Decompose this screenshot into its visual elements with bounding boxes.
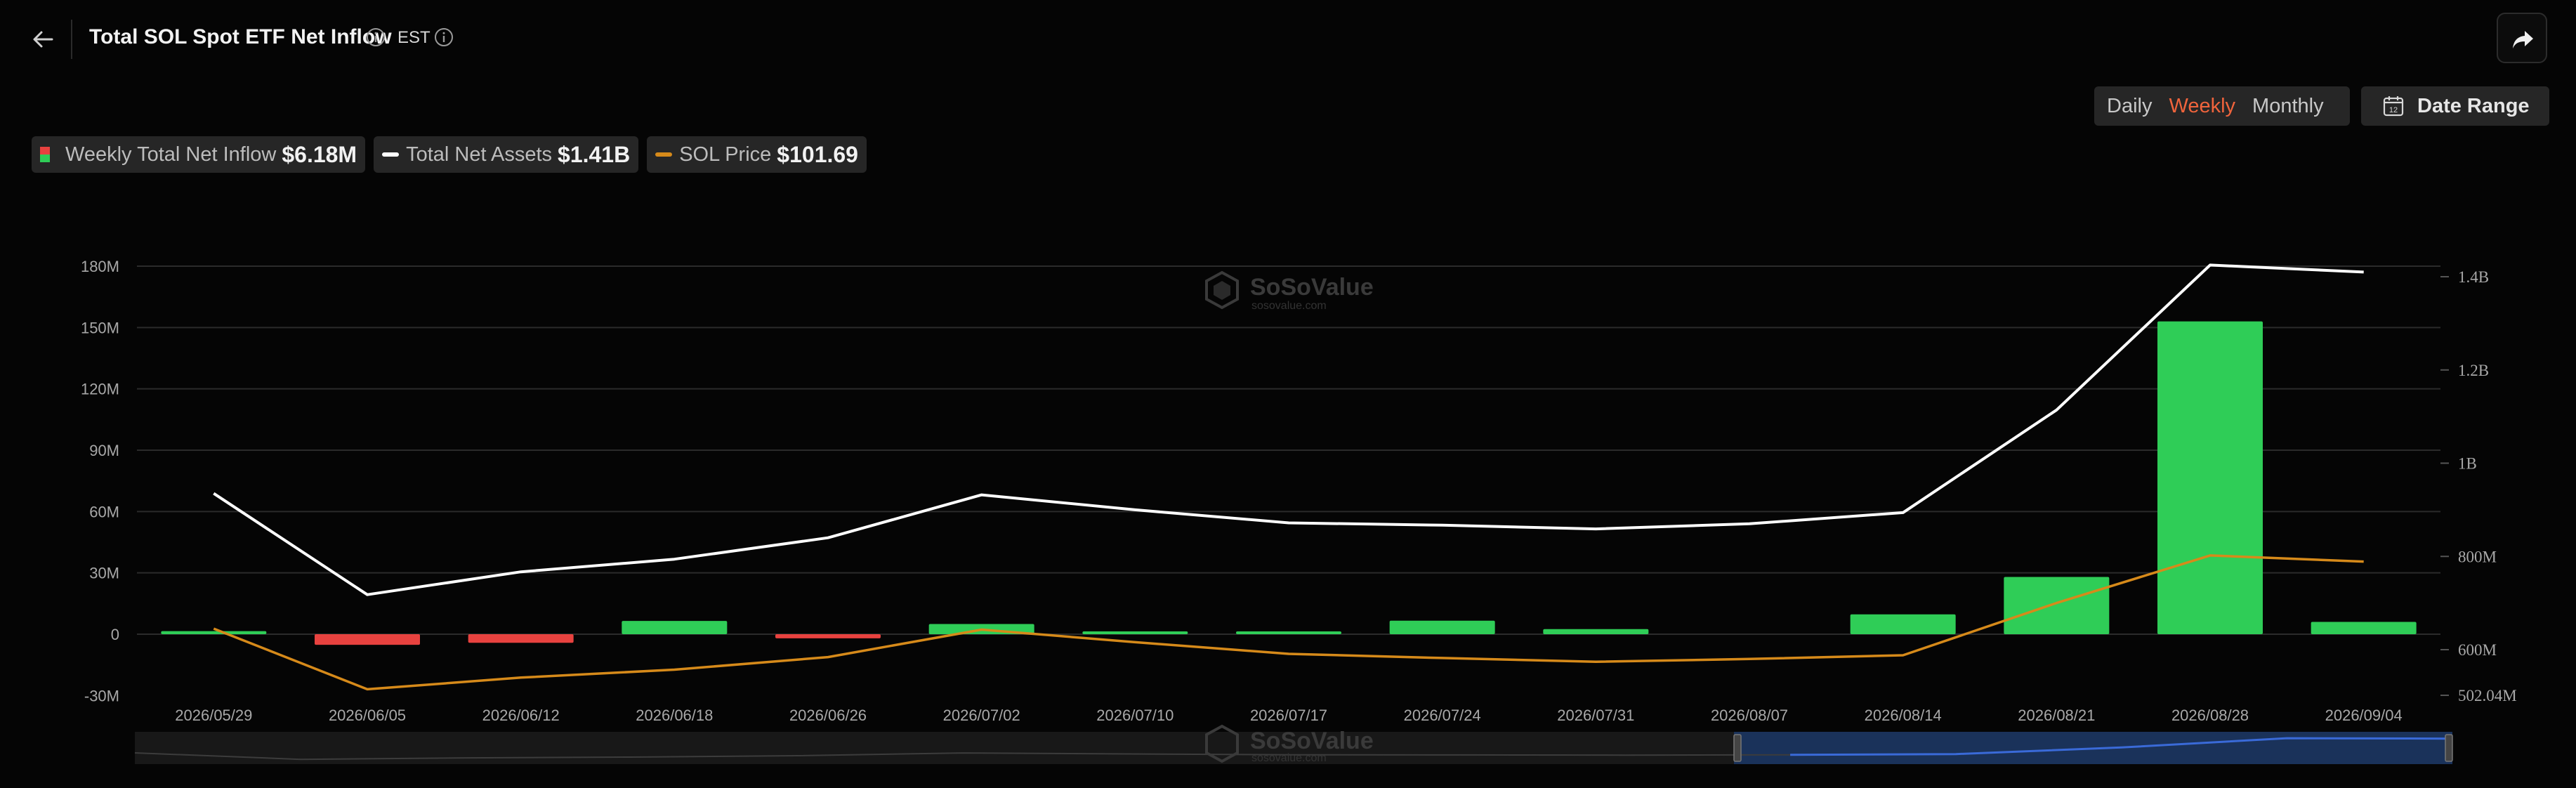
left-tick-label: 150M <box>81 319 119 336</box>
watermark-domain: sosovalue.com <box>1251 300 1327 312</box>
inflow-bar[interactable] <box>1389 620 1495 634</box>
watermark: SoSoValue sosovalue.com <box>1205 270 1374 312</box>
left-tick-label: 30M <box>89 565 119 582</box>
right-tick-label: 502.04M <box>2458 687 2517 704</box>
left-tick-label: -30M <box>84 687 119 704</box>
x-tick-label: 2026/08/07 <box>1711 707 1788 724</box>
assets-line[interactable] <box>213 263 2364 596</box>
inflow-bar[interactable] <box>2311 622 2417 634</box>
x-tick-label: 2026/07/10 <box>1096 707 1174 724</box>
x-tick-label: 2026/07/24 <box>1404 707 1481 724</box>
left-tick-label: 180M <box>81 258 119 275</box>
x-axis: 2026/05/29 2026/06/05 2026/06/12 2026/06/18… <box>175 707 2402 724</box>
inflow-bar[interactable] <box>1082 631 1188 634</box>
inflow-bar[interactable] <box>468 634 574 643</box>
left-tick-label: 90M <box>89 442 119 459</box>
inflow-bar[interactable] <box>2004 577 2110 634</box>
watermark-domain-2: sosovalue.com <box>1251 752 1327 764</box>
navigator-handle-left[interactable] <box>1733 734 1742 762</box>
left-y-axis: -30M 0 30M 60M 90M 120M 150M 180M <box>81 258 119 704</box>
inflow-bar[interactable] <box>775 634 881 638</box>
inflow-chart: SoSoValue sosovalue.com -30M 0 30M 60M 90M 12… <box>81 258 2517 764</box>
inflow-bar[interactable] <box>1236 631 1341 634</box>
left-tick-label: 60M <box>89 503 119 520</box>
x-tick-label: 2026/06/18 <box>636 707 713 724</box>
x-tick-label: 2026/07/17 <box>1250 707 1327 724</box>
right-y-axis: 502.04M 600M 800M 1B 1.2B 1.4B <box>2440 268 2517 704</box>
inflow-bar[interactable] <box>161 631 267 634</box>
inflow-bar[interactable] <box>622 621 728 634</box>
right-tick-label: 600M <box>2458 641 2497 659</box>
right-tick-label: 1.2B <box>2458 362 2489 379</box>
inflow-bar[interactable] <box>2157 321 2263 634</box>
x-tick-label: 2026/08/28 <box>2171 707 2249 724</box>
x-tick-label: 2026/06/26 <box>789 707 867 724</box>
left-tick-label: 120M <box>81 381 119 398</box>
inflow-bar[interactable] <box>315 634 420 645</box>
right-tick-label: 800M <box>2458 548 2497 565</box>
inflow-bar[interactable] <box>1850 614 1956 634</box>
inflow-bar[interactable] <box>1543 629 1649 634</box>
right-tick-label: 1B <box>2458 455 2477 473</box>
x-tick-label: 2026/06/05 <box>329 707 406 724</box>
x-tick-label: 2026/09/04 <box>2325 707 2403 724</box>
right-tick-label: 1.4B <box>2458 268 2489 286</box>
x-tick-label: 2026/07/31 <box>1557 707 1634 724</box>
x-tick-label: 2026/08/14 <box>1865 707 1942 724</box>
watermark-brand: SoSoValue <box>1250 274 1374 301</box>
x-tick-label: 2026/07/02 <box>943 707 1020 724</box>
x-tick-label: 2026/08/21 <box>2018 707 2095 724</box>
x-tick-label: 2026/06/12 <box>482 707 560 724</box>
x-tick-label: 2026/05/29 <box>175 707 252 724</box>
watermark-brand-2: SoSoValue <box>1250 728 1374 754</box>
left-tick-label: 0 <box>111 626 119 643</box>
navigator-handle-right[interactable] <box>2445 734 2453 762</box>
